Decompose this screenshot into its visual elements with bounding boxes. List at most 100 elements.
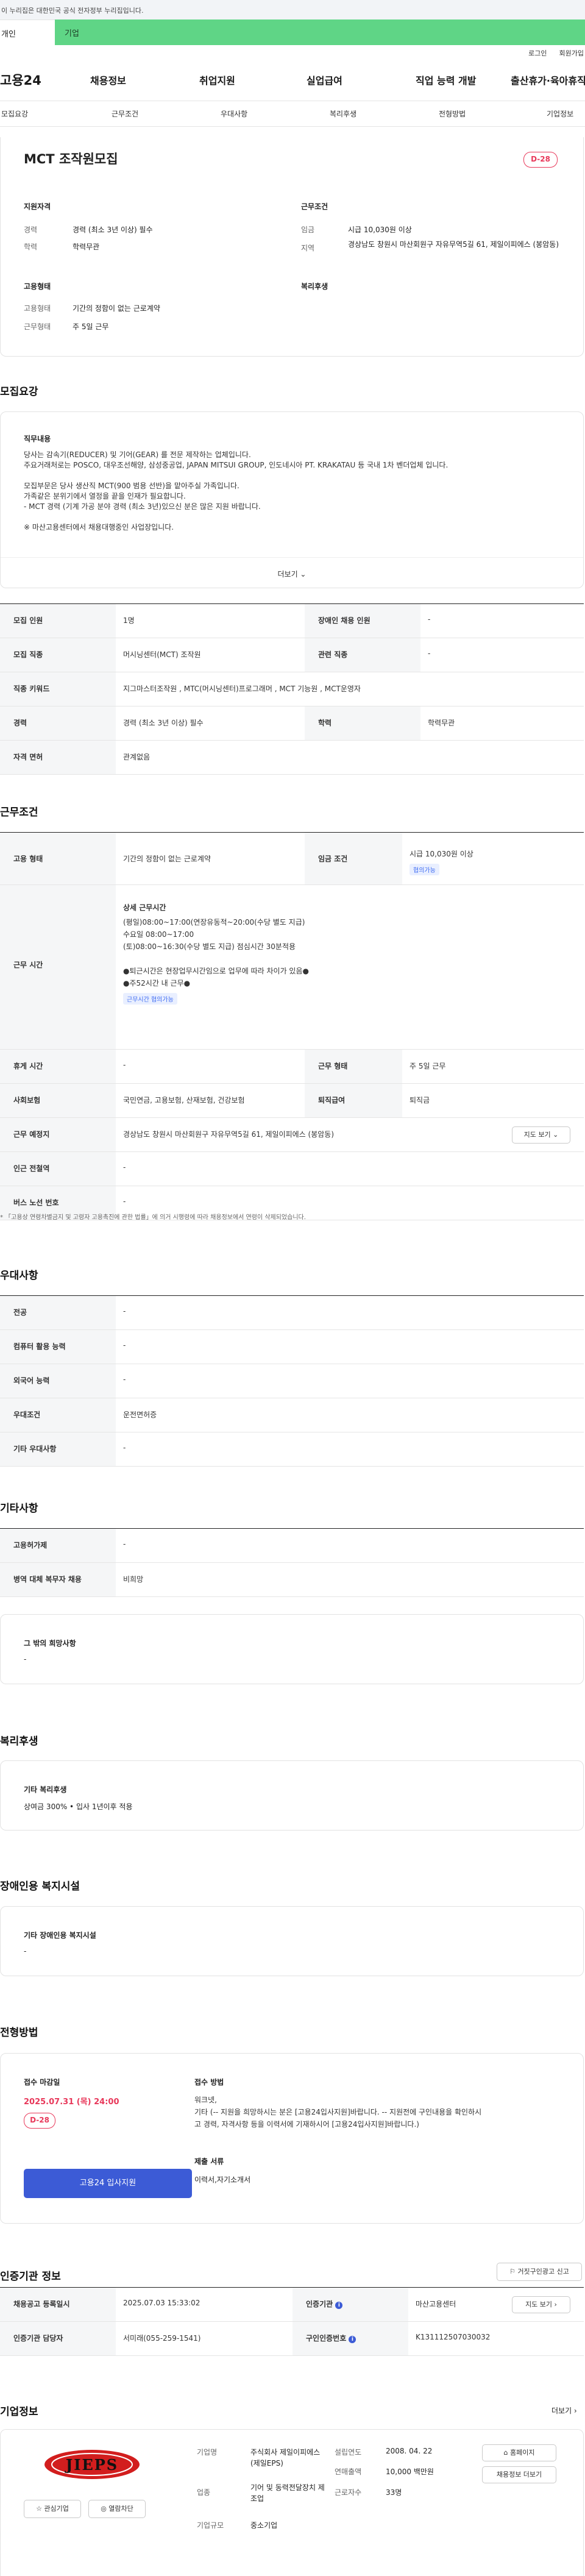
td-subway: - — [123, 1163, 126, 1172]
more-jobs-button[interactable]: 채용정보 더보기 — [482, 2466, 556, 2483]
welfare-box: 기타 복리후생 상여금 300% • 입사 1년이후 적용 — [0, 1760, 584, 1831]
subnav-preference[interactable]: 우대사항 — [221, 109, 247, 119]
homepage-button[interactable]: ⌂ 홈페이지 — [482, 2444, 556, 2461]
th-disabled-count: 장애인 채용 인원 — [305, 604, 420, 638]
gnb-item-unemployment[interactable]: 실업급여 — [307, 73, 342, 87]
disabled-box-value: - — [24, 1947, 27, 1955]
th-certno: 구인인증번호 i — [292, 2322, 408, 2355]
gov-notice: 이 누리집은 대한민국 공식 전자정부 누리집입니다. — [0, 0, 585, 20]
gnb-item-jobs[interactable]: 채용정보 — [90, 73, 126, 87]
industry-value: 기어 및 동력전달장치 제조업 — [250, 2483, 325, 2503]
block-company-button[interactable]: ◎ 열람차단 — [88, 2500, 146, 2518]
table-row: 근무 예정지 경상남도 창원시 마산회원구 자유무역5길 61, 제일이피에스 … — [0, 1118, 584, 1152]
table-row: 우대조건 운전면허증 — [0, 1398, 584, 1432]
subnav-process[interactable]: 전형방법 — [439, 109, 466, 119]
gnb-item-employment-support[interactable]: 취업지원 — [199, 73, 235, 87]
recruit-table: 모집 인원 1명 장애인 채용 인원 - 모집 직종 머시닝센터(MCT) 조작… — [0, 603, 584, 775]
report-button[interactable]: ⚐ 거짓구인광고 신고 — [497, 2263, 582, 2281]
etc-table: 고용허가제 - 병역 대체 복무자 채용 비희망 — [0, 1528, 584, 1597]
table-row: 인근 전철역 - — [0, 1152, 584, 1186]
th-rest: 휴게 시간 — [0, 1050, 116, 1083]
th-insurance: 사회보험 — [0, 1084, 116, 1117]
subnav-recruit[interactable]: 모집요강 — [1, 109, 28, 119]
th-pref-etc: 기타 우대사항 — [0, 1432, 116, 1466]
td-pref-etc: - — [123, 1443, 126, 1452]
table-row: 경력 경력 (최소 3년 이상) 필수 학력 학력무관 — [0, 706, 584, 741]
company-logo-text: JIEPS — [65, 2456, 119, 2474]
certorg-label: 인증기관 — [306, 2300, 333, 2308]
table-row: 인증기관 담당자 서미래(055-259-1541) 구인인증번호 i K131… — [0, 2322, 584, 2356]
td-language: - — [123, 1375, 126, 1384]
th-wage: 임금 조건 — [305, 833, 402, 884]
wage-negotiable-pill: 협의가능 — [410, 864, 439, 875]
worktime-line: ●퇴근시간은 현장업무시간임으로 업무에 따라 차이가 있음● — [123, 967, 309, 975]
job-desc-box: 직무내용 당사는 감속기(REDUCER) 및 기어(GEAR) 를 전문 제작… — [0, 411, 584, 588]
loc-label: 지역 — [301, 244, 315, 252]
job-desc-line — [24, 512, 560, 522]
th-job: 모집 직종 — [0, 638, 116, 672]
join-link[interactable]: 회원가입 — [559, 48, 584, 59]
th-emptype: 고용 형태 — [0, 833, 116, 884]
th-pref-cond: 우대조건 — [0, 1398, 116, 1432]
th-permit: 고용허가제 — [0, 1529, 116, 1562]
worktype-value: 주 5일 근무 — [73, 322, 109, 331]
job-desc-line: - MCT 경력 (기계 가공 분야 경력 (최소 3년)있으신 분은 많은 지… — [24, 502, 261, 511]
qual-heading: 지원자격 — [24, 202, 51, 211]
org-map-button[interactable]: 지도 보기 › — [512, 2296, 570, 2313]
subnav-conditions[interactable]: 근무조건 — [112, 109, 138, 119]
subnav-company[interactable]: 기업정보 — [547, 109, 573, 119]
worktime-line: ●주52시간 내 근무● — [123, 979, 191, 987]
td-rest: - — [123, 1061, 126, 1069]
favorite-company-button[interactable]: ☆ 관심기업 — [24, 2500, 81, 2518]
table-row: 컴퓨터 활용 능력 - — [0, 1330, 584, 1364]
cond-title: 근무조건 — [0, 806, 38, 819]
table-row: 휴게 시간 - 근무 형태 주 5일 근무 — [0, 1050, 584, 1084]
site-logo[interactable]: 고용24 — [0, 71, 60, 89]
method-line: 고 경력, 자격사항 등을 이력서에 기재하시어 [고용24입사지원]바랍니다.… — [194, 2120, 419, 2129]
founded-label: 설립연도 — [335, 2448, 362, 2457]
th-workplace: 근무 예정지 — [0, 1118, 116, 1151]
etc-title: 기타사항 — [0, 1503, 38, 1515]
tab-personal[interactable]: 개인 — [0, 20, 55, 45]
gnb-item-training[interactable]: 직업 능력 개발 — [416, 73, 476, 87]
tab-company[interactable]: 기업 — [55, 20, 585, 45]
welfare-box-value: 상여금 300% • 입사 1년이후 적용 — [24, 1802, 133, 1811]
td-insurance: 국민연금, 고용보험, 산재보험, 건강보험 — [123, 1096, 245, 1105]
disabled-title: 장애인용 복지시설 — [0, 1880, 80, 1893]
login-link[interactable]: 로그인 — [528, 48, 547, 59]
gnb-item-leave[interactable]: 출산휴가·육아휴직 — [511, 73, 585, 87]
recruit-title: 모집요강 — [0, 386, 38, 398]
dday-badge: D-28 — [523, 152, 558, 168]
info-icon[interactable]: i — [335, 2302, 343, 2309]
edu-label: 학력 — [24, 243, 38, 251]
table-row: 고용 형태 기간의 정함이 없는 근로계약 임금 조건 시급 10,030원 이… — [0, 833, 584, 885]
th-manager: 인증기관 담당자 — [0, 2322, 116, 2355]
etc-hope-heading: 그 밖의 희망사항 — [24, 1639, 76, 1648]
worktime-line: (토)08:00~16:30(수당 별도 지급) 점심시간 30분적용 — [123, 942, 296, 951]
job-desc-line: 주요거래처로는 POSCO, 대우조선해양, 삼성중공업, JAPAN MITS… — [24, 461, 448, 469]
company-more-link[interactable]: 더보기 › — [551, 2405, 577, 2416]
company-size-label: 기업규모 — [197, 2521, 224, 2530]
company-size-value: 중소기업 — [250, 2521, 278, 2530]
td-posted: 2025.07.03 15:33:02 — [123, 2299, 200, 2307]
td-license: 관계없음 — [123, 753, 151, 761]
cond-heading: 근무조건 — [301, 202, 328, 211]
age-notice: * 「고용상 연령차별금지 및 고령자 고용촉진에 관한 법률」에 의거 시행령… — [0, 1214, 306, 1221]
td-permit: - — [123, 1540, 126, 1548]
disabled-box-heading: 기타 장애인용 복지시설 — [24, 1931, 96, 1940]
cond-table: 고용 형태 기간의 정함이 없는 근로계약 임금 조건 시급 10,030원 이… — [0, 832, 584, 1220]
apply-button[interactable]: 고용24 입사지원 — [24, 2169, 192, 2198]
map-toggle-button[interactable]: 지도 보기 ⌄ — [512, 1126, 570, 1144]
deadline-dday: D-28 — [24, 2113, 55, 2129]
method-text: 워크넷, 기타 (-- 지원을 희망하시는 분은 [고용24입사지원]바랍니다. … — [194, 2094, 560, 2130]
td-headcount: 1명 — [123, 616, 135, 625]
more-button[interactable]: 더보기 ⌄ — [1, 557, 583, 589]
sub-nav: 모집요강 근무조건 우대사항 복리후생 전형방법 기업정보 — [0, 101, 585, 127]
job-desc-line: 모집부문은 당사 생산직 MCT(900 범용 선반)을 맡아주실 가족입니다. — [24, 482, 239, 490]
th-license: 자격 면허 — [0, 741, 116, 774]
subnav-welfare[interactable]: 복리후생 — [330, 109, 356, 119]
company-card: JIEPS ☆ 관심기업 ◎ 열람차단 기업명 주식회사 제일이피에스(제일EP… — [0, 2429, 584, 2576]
career-label: 경력 — [24, 226, 38, 234]
pref-title: 우대사항 — [0, 1270, 38, 1282]
info-icon[interactable]: i — [349, 2336, 356, 2343]
